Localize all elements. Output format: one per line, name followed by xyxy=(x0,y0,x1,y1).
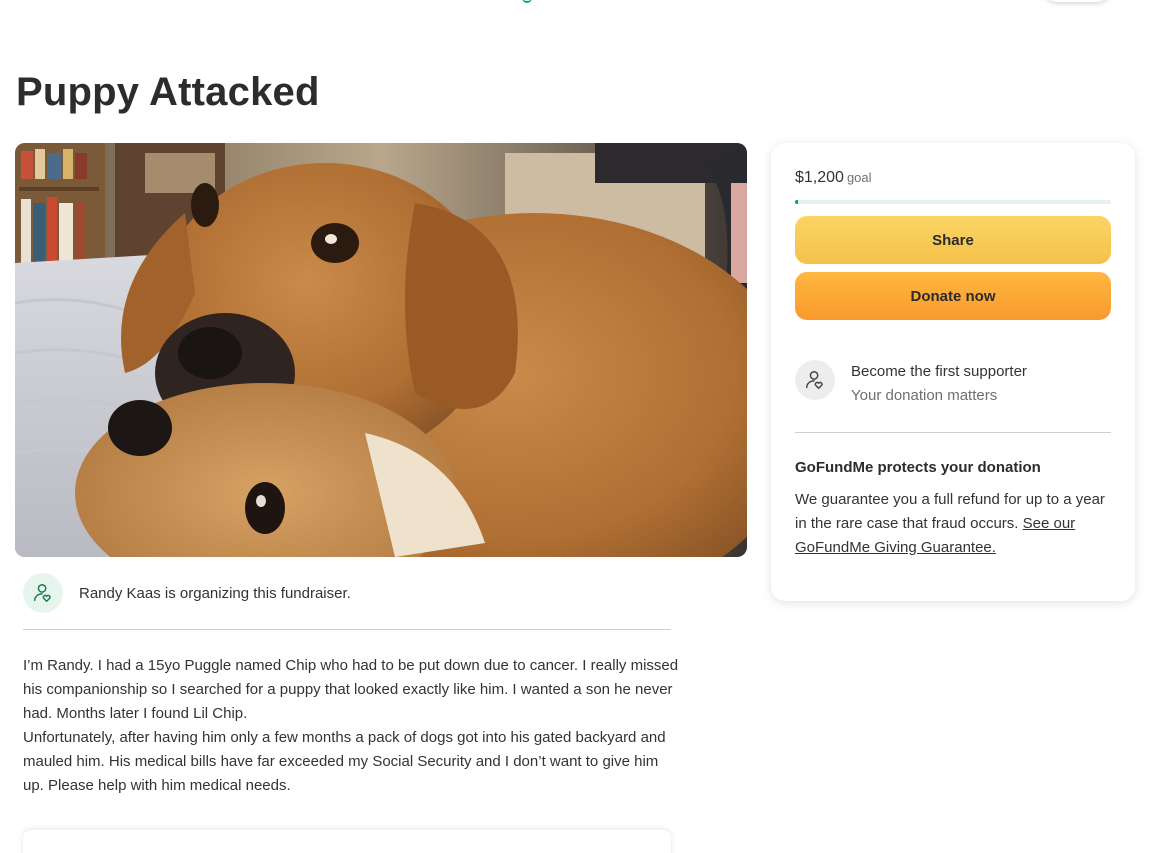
header-menu-fragment[interactable] xyxy=(1042,0,1112,2)
goal-summary: $1,200 goal xyxy=(795,169,872,187)
donate-now-button[interactable]: Donate now xyxy=(795,272,1111,320)
header-fragment xyxy=(522,0,532,3)
story-paragraph: Unfortunately, after having him only a f… xyxy=(23,729,666,794)
page-title: Puppy Attacked xyxy=(16,70,320,114)
donation-card: $1,200 goal Share Donate now Become the f… xyxy=(771,143,1135,601)
supporter-row: Become the first supporter Your donation… xyxy=(795,360,1027,406)
progress-fill xyxy=(795,200,799,204)
story-paragraph: I’m Randy. I had a 15yo Puggle named Chi… xyxy=(23,657,679,722)
goal-amount: $1,200 xyxy=(795,169,844,186)
person-heart-icon xyxy=(795,360,835,400)
supporter-title: Become the first supporter xyxy=(851,363,1027,380)
goal-label: goal xyxy=(846,170,872,185)
progress-bar xyxy=(795,200,1111,204)
organizer-text: Randy Kaas is organizing this fundraiser… xyxy=(79,584,351,602)
hero-photo xyxy=(15,143,747,557)
hero-image xyxy=(15,143,747,557)
person-heart-icon xyxy=(23,573,63,613)
updates-card xyxy=(23,830,671,853)
section-divider xyxy=(23,629,671,630)
share-button[interactable]: Share xyxy=(795,216,1111,264)
supporter-subtitle: Your donation matters xyxy=(851,387,998,404)
protect-title: GoFundMe protects your donation xyxy=(795,459,1041,476)
organizer-row: Randy Kaas is organizing this fundraiser… xyxy=(23,573,351,613)
story-text: I’m Randy. I had a 15yo Puggle named Chi… xyxy=(23,654,683,798)
protect-body: We guarantee you a full refund for up to… xyxy=(795,488,1111,560)
fundraiser-page: Puppy Attacked Randy Kaas is organizing … xyxy=(0,0,1161,853)
card-divider xyxy=(795,432,1111,433)
